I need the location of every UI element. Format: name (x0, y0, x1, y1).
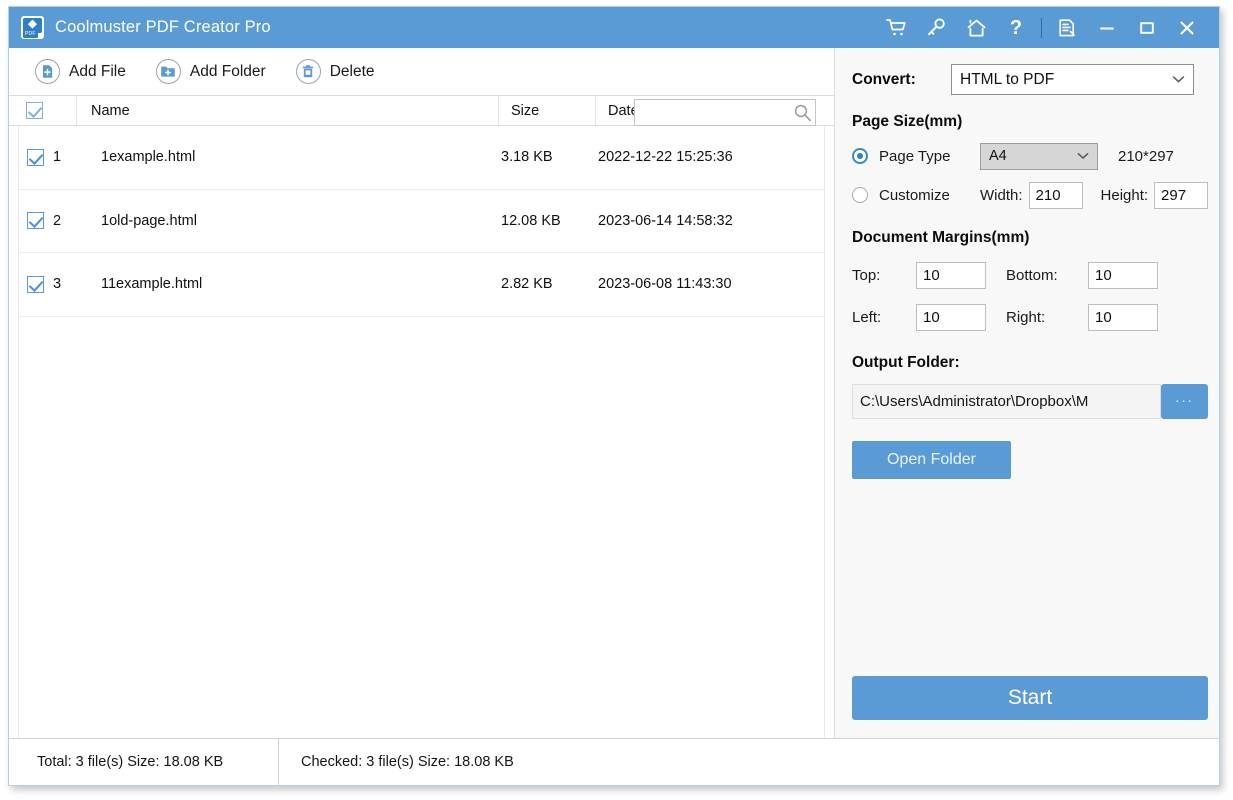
convert-select-wrap: HTML to PDF (951, 64, 1194, 95)
cell-file-size: 2.82 KB (501, 276, 553, 293)
title-bar-actions: ? (876, 7, 1219, 48)
app-logo-tag: PDF (23, 31, 38, 38)
row-index: 1 (53, 149, 62, 166)
add-folder-button[interactable]: Add Folder (155, 59, 266, 84)
row-select-cell: 3 (19, 253, 87, 316)
row-index: 3 (53, 276, 62, 293)
maximize-icon[interactable] (1127, 7, 1167, 48)
toolbar: Add File Add Folder Delete (9, 48, 834, 126)
file-table-body: 1 1example.html 3.18 KB 2022-12-22 15:25… (18, 126, 825, 738)
close-icon[interactable] (1167, 7, 1207, 48)
right-margin-input[interactable] (1088, 304, 1158, 331)
help-icon[interactable]: ? (996, 7, 1036, 48)
table-row[interactable]: 1 1example.html 3.18 KB 2022-12-22 15:25… (19, 126, 824, 190)
trash-icon (295, 59, 321, 84)
width-input[interactable] (1028, 181, 1083, 209)
row-index: 2 (53, 212, 62, 229)
open-folder-button[interactable]: Open Folder (852, 441, 1011, 479)
cell-file-date: 2023-06-14 14:58:32 (598, 212, 733, 229)
convert-select[interactable]: HTML to PDF (951, 64, 1194, 95)
file-table: Name Size Date 1 1example.html 3.18 KB 2… (9, 95, 834, 738)
browse-folder-button[interactable]: ... (1161, 384, 1209, 419)
search-box (634, 99, 816, 126)
column-header-size[interactable]: Size (499, 96, 596, 125)
status-bar: Total: 3 file(s) Size: 18.08 KB Checked:… (9, 738, 1219, 785)
cell-file-name: 11example.html (101, 276, 203, 293)
output-folder-row: C:\Users\Administrator\Dropbox\M ... (852, 384, 1209, 419)
add-folder-icon (155, 59, 181, 84)
start-button[interactable]: Start (852, 676, 1209, 720)
height-input[interactable] (1154, 181, 1209, 209)
app-logo-icon: ◆ PDF (21, 16, 44, 39)
main-body: Add File Add Folder Delete Name Size Dat… (9, 48, 1219, 738)
cell-file-date: 2023-06-08 11:43:30 (598, 276, 732, 293)
row-select-cell: 1 (19, 126, 87, 189)
minimize-icon[interactable] (1087, 7, 1127, 48)
bottom-margin-input[interactable] (1088, 262, 1158, 289)
key-icon[interactable] (916, 7, 956, 48)
search-input[interactable] (634, 99, 816, 126)
cell-file-name: 1old-page.html (101, 212, 197, 229)
width-label: Width: (980, 186, 1023, 204)
cell-file-size: 12.08 KB (501, 212, 561, 229)
row-checkbox[interactable] (27, 212, 44, 230)
page-type-select[interactable]: A4 (980, 142, 1098, 170)
cart-icon[interactable] (876, 7, 916, 48)
add-folder-label: Add Folder (189, 62, 266, 80)
row-checkbox[interactable] (27, 148, 44, 166)
title-separator (1041, 17, 1042, 38)
status-total-text: Total: 3 file(s) Size: 18.08 KB (9, 739, 279, 785)
row-select-cell: 2 (19, 190, 87, 253)
file-list-pane: Add File Add Folder Delete Name Size Dat… (9, 48, 835, 738)
page-dimensions-text: 210*297 (1118, 147, 1174, 165)
select-all-checkbox[interactable] (26, 102, 43, 119)
height-label: Height: (1100, 186, 1149, 204)
column-header-name[interactable]: Name (77, 96, 499, 125)
top-margin-label: Top: (852, 267, 881, 284)
register-icon[interactable] (1047, 7, 1087, 48)
page-size-title: Page Size(mm) (852, 113, 963, 130)
app-logo-glyph: ◆ (28, 18, 37, 30)
add-file-label: Add File (69, 62, 126, 80)
customize-label: Customize (879, 186, 950, 204)
page-type-select-wrap: A4 (980, 142, 1098, 170)
table-row[interactable]: 3 11example.html 2.82 KB 2023-06-08 11:4… (19, 253, 824, 317)
convert-row: Convert: HTML to PDF (852, 64, 1208, 95)
convert-label: Convert: (852, 70, 916, 88)
margin-row-left-right: Left: Right: (852, 303, 1208, 332)
margin-row-top-bottom: Top: Bottom: (852, 261, 1208, 290)
cell-file-date: 2022-12-22 15:25:36 (598, 149, 733, 166)
search-icon[interactable] (793, 103, 812, 122)
table-row[interactable]: 2 1old-page.html 12.08 KB 2023-06-14 14:… (19, 190, 824, 253)
add-file-icon (35, 59, 60, 84)
cell-file-name: 1example.html (101, 149, 196, 166)
cell-file-size: 3.18 KB (501, 149, 553, 166)
bottom-margin-label: Bottom: (1006, 267, 1058, 284)
left-margin-input[interactable] (916, 304, 986, 331)
select-all-cell (9, 96, 77, 125)
row-checkbox[interactable] (27, 275, 44, 293)
page-type-radio[interactable] (852, 148, 868, 164)
status-checked-text: Checked: 3 file(s) Size: 18.08 KB (301, 754, 514, 770)
window-title: Coolmuster PDF Creator Pro (55, 18, 271, 36)
home-icon[interactable] (956, 7, 996, 48)
customize-radio[interactable] (852, 187, 868, 203)
page-type-row: Page Type A4 210*297 (852, 142, 1208, 170)
page-type-label: Page Type (879, 147, 951, 165)
title-bar: ◆ PDF Coolmuster PDF Creator Pro ? (9, 7, 1219, 48)
top-margin-input[interactable] (916, 262, 986, 289)
delete-button[interactable]: Delete (295, 59, 375, 84)
margins-title: Document Margins(mm) (852, 229, 1030, 246)
add-file-button[interactable]: Add File (35, 59, 126, 84)
left-margin-label: Left: (852, 309, 882, 326)
application-window: ◆ PDF Coolmuster PDF Creator Pro ? Add F… (8, 6, 1220, 786)
customize-row: Customize Width: Height: (852, 181, 1209, 209)
right-margin-label: Right: (1006, 309, 1046, 326)
svg-text:?: ? (1010, 17, 1022, 38)
settings-pane: Convert: HTML to PDF Page Size(mm) Page … (835, 48, 1219, 738)
delete-label: Delete (329, 62, 375, 80)
output-folder-title: Output Folder: (852, 354, 960, 371)
output-path-field[interactable]: C:\Users\Administrator\Dropbox\M (852, 384, 1162, 419)
